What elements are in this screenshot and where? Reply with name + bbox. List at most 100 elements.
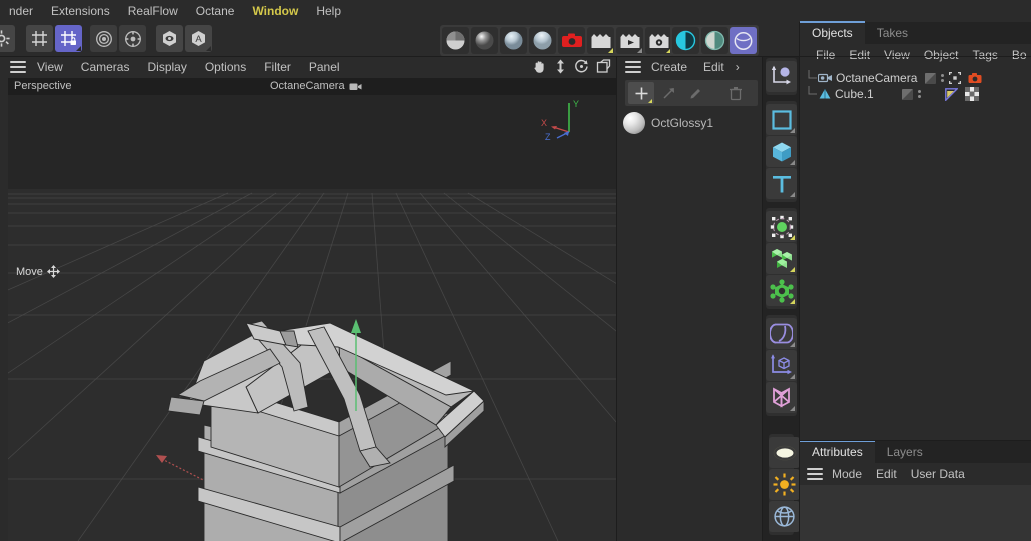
rotate-icon[interactable]	[574, 59, 589, 74]
attributes-content-area	[800, 485, 1031, 541]
pan-hand-icon[interactable]	[532, 59, 547, 74]
attributes-menu-mode[interactable]: Mode	[825, 467, 869, 481]
attributes-menu-user-data[interactable]: User Data	[904, 467, 972, 481]
material-menu-edit[interactable]: Edit	[695, 60, 732, 74]
menu-item-octane[interactable]: Octane	[187, 0, 244, 22]
visibility-toggle-icon[interactable]	[901, 88, 913, 100]
delete-material-button[interactable]	[723, 82, 749, 104]
octane-tool-group-lights	[769, 434, 800, 535]
material-hamburger-icon[interactable]	[625, 61, 641, 73]
octane-coordinates-icon[interactable]	[766, 350, 797, 381]
target-rings-icon[interactable]	[90, 25, 117, 52]
objects-menu-object[interactable]: Object	[917, 48, 966, 62]
divider-viewport-materials	[616, 56, 617, 541]
visibility-eye-icon[interactable]	[156, 25, 183, 52]
octane-object-tag-icon[interactable]	[944, 87, 958, 101]
material-preview-diffuse-icon[interactable]	[529, 27, 556, 54]
material-preview-quarter-icon[interactable]	[442, 27, 469, 54]
tab-layers[interactable]: Layers	[875, 442, 935, 463]
viewport[interactable]: Perspective OctaneCamera Move Y X Z	[8, 78, 617, 541]
menu-item-extensions[interactable]: Extensions	[42, 0, 119, 22]
octane-live-viewer-icon[interactable]	[672, 27, 699, 54]
octane-node-editor-icon[interactable]	[730, 27, 757, 54]
viewport-menu-cameras[interactable]: Cameras	[72, 56, 139, 78]
divider-toolbar-objects	[799, 22, 800, 541]
octane-material-tag-icon[interactable]	[964, 87, 979, 101]
render-film-icon[interactable]	[587, 27, 614, 54]
house-model	[167, 320, 485, 541]
octane-sun-light-icon[interactable]	[769, 469, 800, 500]
render-settings-icon[interactable]	[645, 27, 672, 54]
octane-render-toolbar	[440, 25, 674, 56]
axis-center-icon[interactable]	[119, 25, 146, 52]
viewport-menu-options[interactable]: Options	[196, 56, 255, 78]
material-item[interactable]: OctGlossy1	[623, 112, 762, 134]
menu-item-realflow[interactable]: RealFlow	[119, 0, 187, 22]
move-vertical-icon[interactable]	[554, 59, 567, 74]
add-material-button[interactable]	[628, 82, 654, 104]
objects-menu-tags[interactable]: Tags	[966, 48, 1005, 62]
viewport-axis-gizmo: Y X Z	[541, 99, 579, 142]
menu-item-help[interactable]: Help	[307, 0, 350, 22]
visibility-toggle-icon[interactable]	[925, 72, 937, 84]
tree-branch-icon	[808, 86, 817, 95]
octane-text-primitive-icon[interactable]	[766, 168, 797, 199]
objects-menu-edit[interactable]: Edit	[842, 48, 877, 62]
objects-menu-view[interactable]: View	[877, 48, 917, 62]
render-play-icon[interactable]	[616, 27, 643, 54]
objects-menu-bookmarks[interactable]: Bo	[1005, 48, 1031, 62]
octane-area-light-icon[interactable]	[769, 437, 800, 468]
row-dots-icon[interactable]	[941, 74, 945, 82]
viewport-menu-panel[interactable]: Panel	[300, 56, 349, 78]
toolbar-view-group: A	[156, 25, 212, 52]
octane-viewer-toolbar	[670, 25, 759, 56]
material-preview-glossy-icon[interactable]	[471, 27, 498, 54]
viewport-menu-view[interactable]: View	[28, 56, 72, 78]
row-dots-icon[interactable]	[917, 90, 921, 98]
octane-cloner-icon[interactable]	[766, 243, 797, 274]
viewport-menu-filter[interactable]: Filter	[255, 56, 300, 78]
table-row[interactable]: OctaneCamera	[800, 70, 1031, 86]
octane-plane-primitive-icon[interactable]	[766, 104, 797, 135]
menu-item-render[interactable]: nder	[0, 0, 42, 22]
octane-cube-primitive-icon[interactable]	[766, 136, 797, 167]
cinema4d-octane-window: nder Extensions RealFlow Octane Window H…	[0, 0, 1031, 541]
octane-effector-icon[interactable]	[766, 275, 797, 306]
divider-objects-attributes	[800, 440, 1031, 441]
octane-scatter-icon[interactable]	[766, 211, 797, 242]
material-manager-panel: Create Edit › OctGlossy1	[617, 56, 762, 541]
viewport-3d-scene[interactable]: Move Y X Z	[8, 95, 617, 541]
octane-environment-icon[interactable]	[769, 501, 800, 532]
viewport-menu-display[interactable]: Display	[138, 56, 195, 78]
viewport-hamburger-icon[interactable]	[10, 61, 26, 73]
camera-object-icon	[818, 73, 832, 83]
octane-settings-icon[interactable]	[701, 27, 728, 54]
pick-material-button[interactable]	[682, 82, 708, 104]
tab-takes[interactable]: Takes	[865, 23, 920, 44]
viewport-menu-bar: View Cameras Display Options Filter Pane…	[0, 56, 617, 78]
table-row[interactable]: Cube.1	[800, 86, 1031, 102]
material-preview-specular-icon[interactable]	[500, 27, 527, 54]
octane-deformer-icon[interactable]	[766, 318, 797, 349]
frame-scene-icon[interactable]	[596, 59, 611, 74]
octane-object-tag-icon[interactable]	[766, 61, 797, 92]
attributes-hamburger-icon[interactable]	[807, 468, 823, 480]
material-manager-menu-bar: Create Edit ›	[617, 56, 762, 78]
viewport-camera-label-group[interactable]: OctaneCamera	[270, 80, 362, 92]
grid-snap-icon[interactable]	[26, 25, 53, 52]
tab-attributes[interactable]: Attributes	[800, 440, 875, 463]
attributes-menu-edit[interactable]: Edit	[869, 467, 904, 481]
material-menu-create[interactable]: Create	[643, 60, 695, 74]
settings-gear-icon[interactable]	[0, 25, 15, 52]
render-camera-icon[interactable]	[558, 27, 585, 54]
octane-field-icon[interactable]	[766, 382, 797, 413]
octane-camera-tag-icon[interactable]	[968, 72, 982, 84]
menu-item-window[interactable]: Window	[243, 0, 307, 22]
objects-menu-file[interactable]: File	[809, 48, 842, 62]
expand-object-icon[interactable]	[949, 72, 962, 84]
annotation-a-icon[interactable]: A	[185, 25, 212, 52]
apply-material-button[interactable]	[655, 82, 681, 104]
material-menu-overflow[interactable]: ›	[732, 60, 744, 74]
grid-lock-snap-icon[interactable]	[55, 25, 82, 52]
tab-objects[interactable]: Objects	[800, 21, 865, 44]
